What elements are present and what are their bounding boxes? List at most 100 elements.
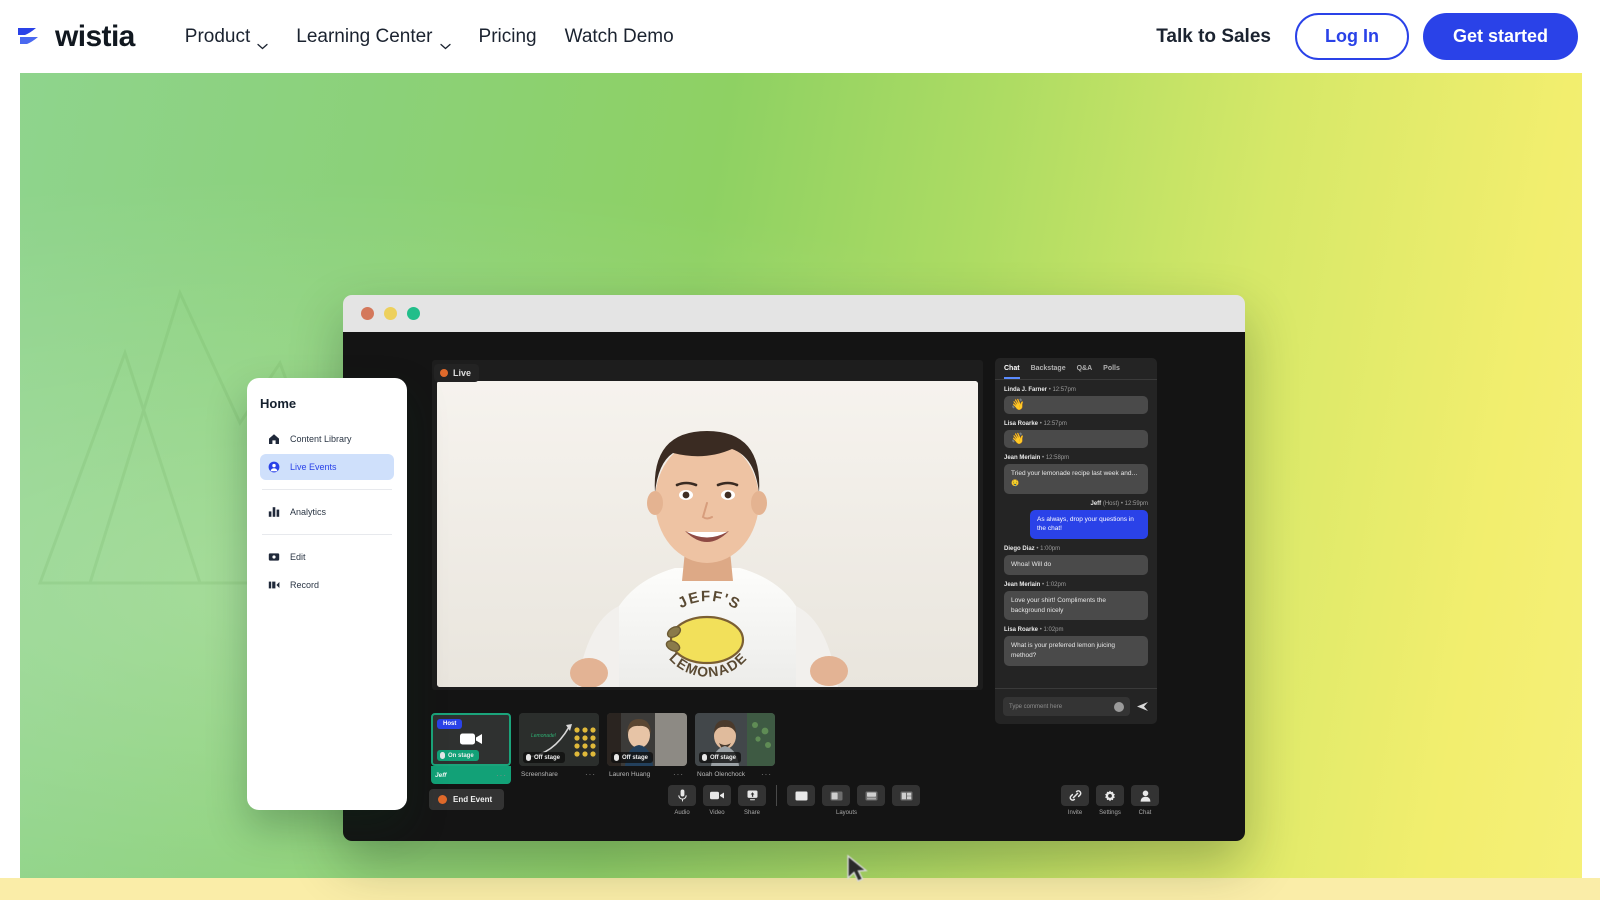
edit-icon (268, 553, 280, 561)
chat-panel: Chat Backstage Q&A Polls Linda J. Farner… (995, 358, 1157, 724)
nav-right-group: Talk to Sales Log In Get started (1146, 13, 1578, 60)
get-started-button[interactable]: Get started (1422, 13, 1578, 60)
video-label: Video (709, 810, 725, 816)
layout-sidebar-surface (822, 785, 850, 806)
hero-section: Live JEFF'S LEMONADE Host On stage Jeff … (0, 73, 1600, 900)
sidebar-item-live-events[interactable]: Live Events (260, 454, 394, 480)
chat-author: Jeff (1090, 500, 1102, 507)
nav-item-learning-center[interactable]: Learning Center (282, 18, 464, 56)
thumbnail-menu-icon[interactable]: ··· (761, 770, 772, 779)
microphone-icon (614, 754, 619, 761)
microphone-icon (526, 754, 531, 761)
tab-qa[interactable]: Q&A (1077, 365, 1093, 379)
window-close-icon[interactable] (361, 307, 374, 320)
home-icon (269, 434, 279, 444)
settings-button[interactable]: Settings (1096, 785, 1124, 816)
chat-bubble: As always, drop your questions in the ch… (1030, 509, 1148, 540)
share-button-surface (738, 785, 766, 806)
stage-status-chip: Off stage (611, 752, 654, 763)
chat-message-meta: Diego Diaz • 1:00pm (1004, 546, 1148, 552)
chat-message-list[interactable]: Linda J. Farner • 12:57pm 👋 Lisa Roarke … (995, 380, 1157, 678)
sidebar-item-edit[interactable]: Edit (260, 544, 394, 570)
chat-author: Diego Diaz (1004, 546, 1035, 553)
controls-divider (776, 785, 777, 806)
nav-item-watch-demo[interactable]: Watch Demo (551, 18, 688, 56)
thumbnail-menu-icon[interactable]: ··· (585, 770, 596, 779)
chat-time: 12:58pm (1045, 455, 1070, 462)
stage-status-chip: Off stage (699, 752, 742, 763)
thumbnail-lauren-huang[interactable]: Off stage Lauren Huang ··· (607, 713, 687, 784)
end-event-label: End Event (453, 795, 493, 804)
thumbnail-preview: Lemonade! Off stage (519, 713, 599, 766)
chevron-down-icon (439, 34, 451, 50)
chat-message-own: Jeff (Host) • 12:59pm As always, drop yo… (1004, 501, 1148, 540)
window-minimize-icon[interactable] (384, 307, 397, 320)
thumbnail-noah-olenchock[interactable]: Off stage Noah Olenchock ··· (695, 713, 775, 784)
window-titlebar (343, 295, 1245, 332)
sidebar-item-analytics[interactable]: Analytics (260, 499, 394, 525)
chat-toggle-button[interactable]: Chat (1131, 785, 1159, 816)
nav-item-learning-center-label: Learning Center (296, 25, 433, 47)
link-icon (1069, 790, 1081, 801)
chat-input[interactable]: Type comment here (1003, 697, 1130, 716)
sidebar-item-content-library[interactable]: Content Library (260, 426, 394, 452)
window-maximize-icon[interactable] (407, 307, 420, 320)
layout-grid-surface (892, 785, 920, 806)
call-controls: End Event Audio Video Share Layouts Invi… (343, 785, 1245, 831)
thumbnail-name: Lauren Huang (609, 771, 651, 778)
layout-sidebar-button[interactable] (822, 785, 850, 806)
wistia-logo[interactable]: wistia (16, 20, 135, 54)
nav-left-group: wistia Product Learning Center Pricing W… (16, 18, 688, 56)
hero-left-margin (0, 73, 20, 900)
nav-item-product[interactable]: Product (171, 18, 282, 56)
layout-stacked-surface (857, 785, 885, 806)
thumbnail-screenshare[interactable]: Lemonade! Off stage Screenshare ··· (519, 713, 599, 784)
chat-message-meta: Linda J. Farner • 12:57pm (1004, 387, 1148, 393)
talk-to-sales-link[interactable]: Talk to Sales (1146, 18, 1281, 56)
sidebar-divider-2 (262, 534, 392, 535)
chat-time: 12:57pm (1052, 387, 1076, 393)
settings-button-surface (1096, 785, 1124, 806)
layouts-label: Layouts (836, 810, 858, 816)
tab-chat[interactable]: Chat (1004, 365, 1020, 379)
layout-single-button[interactable] (787, 785, 815, 806)
thumbnail-menu-icon[interactable]: ··· (673, 770, 684, 779)
analytics-icon (268, 507, 280, 517)
layout-grid-icon (900, 791, 912, 800)
sidebar-item-record-label: Record (290, 580, 320, 590)
thumbnail-footer: Screenshare ··· (519, 766, 599, 779)
emoji-picker-icon[interactable] (1114, 701, 1124, 712)
sidebar-item-record[interactable]: Record (260, 572, 394, 598)
chat-author: Jean Merlain (1004, 455, 1041, 462)
nav-item-pricing[interactable]: Pricing (465, 18, 551, 56)
invite-button-surface (1061, 785, 1089, 806)
home-sidebar-card: Home Content Library Live Events Analyti… (247, 378, 407, 810)
end-event-button[interactable]: End Event (429, 789, 505, 810)
log-in-button[interactable]: Log In (1294, 13, 1409, 60)
thumbnail-name: Screenshare (521, 771, 558, 778)
thumbnail-menu-icon[interactable]: ··· (496, 771, 507, 780)
chat-time: 1:00pm (1040, 546, 1061, 553)
invite-button[interactable]: Invite (1061, 785, 1089, 816)
video-button[interactable]: Video (703, 785, 731, 816)
nav-item-pricing-label: Pricing (478, 25, 537, 47)
tab-backstage[interactable]: Backstage (1031, 365, 1066, 379)
chat-author-role: (Host) (1102, 500, 1120, 507)
stage-status-label: Off stage (622, 754, 649, 761)
thumbnail-footer: Jeff ··· (431, 766, 511, 784)
thumbnail-jeff[interactable]: Host On stage Jeff ··· (431, 713, 511, 784)
chat-time: 12:59pm (1124, 500, 1148, 507)
chat-bubble: Love your shirt! Compliments the backgro… (1004, 590, 1148, 621)
svg-text:Lemonade!: Lemonade! (531, 733, 557, 739)
tab-polls[interactable]: Polls (1103, 365, 1120, 379)
stage-status-label: Off stage (534, 754, 561, 761)
microphone-icon (677, 789, 687, 802)
share-button[interactable]: Share (738, 785, 766, 816)
layout-grid-button[interactable] (892, 785, 920, 806)
chat-message: Diego Diaz • 1:00pm Whoa! Will do (1004, 546, 1148, 575)
record-icon (268, 581, 280, 589)
send-icon[interactable] (1136, 701, 1149, 712)
layout-single-icon (795, 791, 807, 800)
layout-stacked-button[interactable] (857, 785, 885, 806)
audio-button[interactable]: Audio (668, 785, 696, 816)
